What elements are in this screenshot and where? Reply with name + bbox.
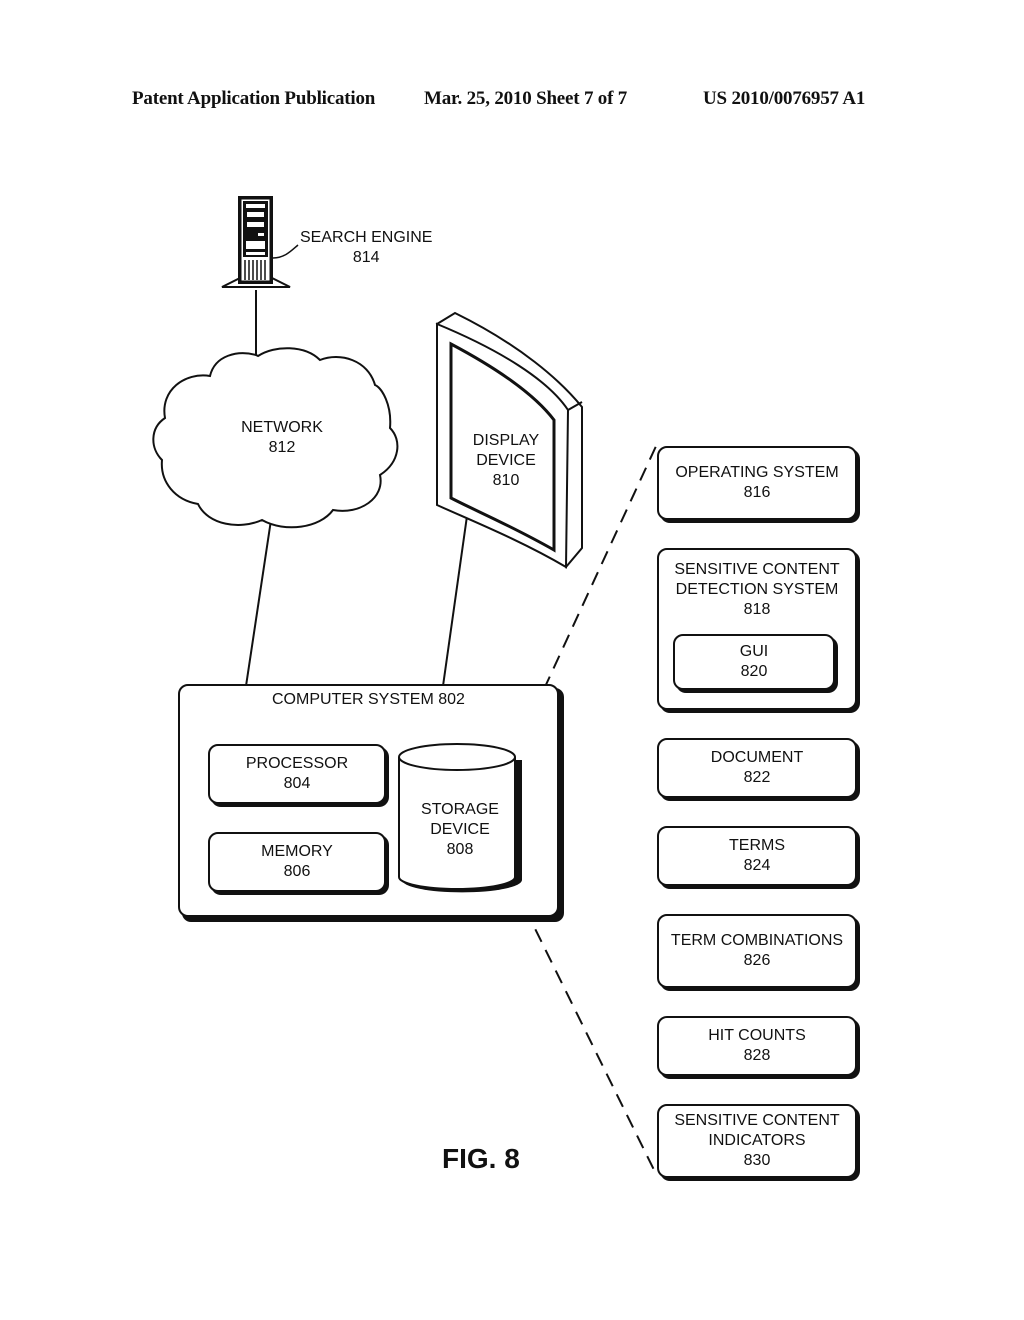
search-engine-label: SEARCH ENGINE 814 <box>300 228 432 268</box>
hit-counts-box: HIT COUNTS 828 <box>657 1016 857 1076</box>
operating-system-box: OPERATING SYSTEM 816 <box>657 446 857 520</box>
hit-counts-ref: 828 <box>743 1047 771 1064</box>
terms-name: TERMS <box>729 837 785 854</box>
gui-name: GUI <box>739 643 769 660</box>
connector-network-computer <box>245 519 272 687</box>
display-device-ref: 810 <box>492 472 520 489</box>
server-tower-icon <box>221 196 299 288</box>
gui-box: GUI 820 <box>673 634 835 690</box>
expansion-line-bottom <box>514 887 658 1177</box>
sensitive-content-indicators-box: SENSITIVE CONTENT INDICATORS 830 <box>657 1104 857 1178</box>
detection-system-line2: DETECTION SYSTEM <box>675 581 839 598</box>
display-device-line1: DISPLAY <box>472 432 540 449</box>
connector-display-computer <box>442 515 468 687</box>
term-combinations-ref: 826 <box>743 952 771 969</box>
network-label: NETWORK 812 <box>240 418 324 458</box>
processor-name: PROCESSOR <box>245 755 349 772</box>
search-engine-name: SEARCH ENGINE <box>300 229 433 246</box>
document-ref: 822 <box>743 769 771 786</box>
sensitive-content-detection-system-box: SENSITIVE CONTENT DETECTION SYSTEM 818 G… <box>657 548 857 710</box>
storage-device-ref: 808 <box>446 841 474 858</box>
indicators-line2: INDICATORS <box>708 1132 806 1149</box>
terms-box: TERMS 824 <box>657 826 857 886</box>
detection-system-ref: 818 <box>743 601 771 618</box>
indicators-ref: 830 <box>743 1152 771 1169</box>
network-ref: 812 <box>268 439 296 456</box>
display-device-line2: DEVICE <box>476 452 536 469</box>
processor-box: PROCESSOR 804 <box>208 744 386 804</box>
processor-ref: 804 <box>283 775 311 792</box>
indicators-line1: SENSITIVE CONTENT <box>674 1112 840 1129</box>
memory-ref: 806 <box>283 863 311 880</box>
diagram-canvas <box>152 196 658 1177</box>
term-combinations-box: TERM COMBINATIONS 826 <box>657 914 857 988</box>
gui-ref: 820 <box>740 663 768 680</box>
storage-device-line1: STORAGE <box>421 801 499 818</box>
hit-counts-name: HIT COUNTS <box>708 1027 806 1044</box>
term-combinations-name: TERM COMBINATIONS <box>670 932 844 949</box>
figure-label: FIG. 8 <box>442 1143 520 1174</box>
operating-system-ref: 816 <box>743 484 771 501</box>
display-device-label: DISPLAY DEVICE 810 <box>465 431 547 491</box>
network-name: NETWORK <box>241 419 323 436</box>
storage-device-line2: DEVICE <box>430 821 490 838</box>
terms-ref: 824 <box>743 857 771 874</box>
detection-system-line1: SENSITIVE CONTENT <box>674 561 840 578</box>
computer-system-title: COMPUTER SYSTEM 802 <box>272 691 465 708</box>
operating-system-name: OPERATING SYSTEM <box>675 464 839 481</box>
search-engine-ref: 814 <box>352 249 380 266</box>
memory-box: MEMORY 806 <box>208 832 386 892</box>
memory-name: MEMORY <box>261 843 333 860</box>
document-name: DOCUMENT <box>710 749 804 766</box>
storage-device-label: STORAGE DEVICE 808 <box>410 800 510 860</box>
document-box: DOCUMENT 822 <box>657 738 857 798</box>
